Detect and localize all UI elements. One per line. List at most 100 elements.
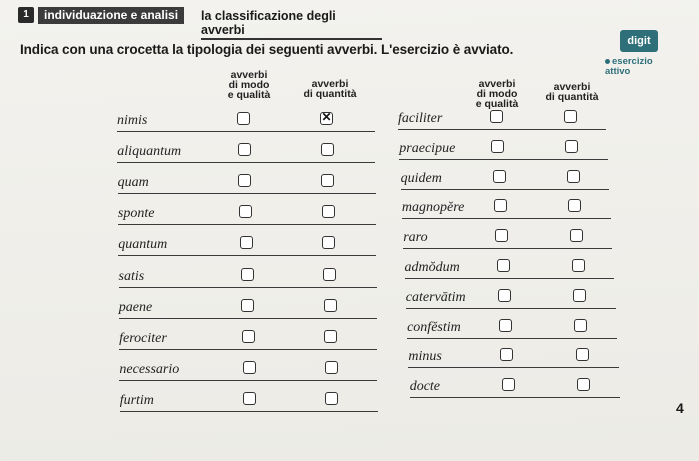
esercizio-attivo-text: esercizio attivo — [605, 56, 653, 77]
left-col-head-modo: avverbi di modo e qualità — [218, 70, 280, 101]
right-row: magnopĕre — [401, 197, 611, 220]
adverb-word: quam — [117, 175, 149, 191]
answer-line — [400, 188, 610, 190]
checkbox-modo[interactable] — [493, 199, 507, 213]
checkbox-quantita[interactable] — [565, 139, 579, 153]
answer-line — [118, 317, 377, 319]
checkbox-quantita[interactable] — [323, 298, 337, 312]
adverb-word: catervātim — [405, 289, 466, 305]
exercise-header: 1 individuazione e analisi la classifica… — [18, 6, 382, 40]
adverb-word: aliquantum — [117, 144, 182, 160]
checkbox-modo[interactable] — [499, 318, 513, 332]
checkbox-modo[interactable] — [241, 298, 255, 312]
checkbox-modo[interactable] — [238, 174, 252, 188]
col-head-line: e qualità — [227, 89, 271, 101]
left-row: aliquantum — [117, 141, 376, 164]
checkbox-quantita[interactable] — [322, 236, 336, 250]
answer-line — [117, 193, 376, 195]
adverb-word: praecipue — [399, 140, 456, 156]
checkbox-modo[interactable] — [501, 378, 515, 392]
checkbox-modo[interactable] — [237, 112, 250, 125]
page-number: 4 — [676, 400, 684, 416]
checkbox-modo[interactable] — [237, 143, 251, 157]
col-head-line: di quantità — [545, 91, 599, 103]
checkbox-quantita[interactable] — [321, 174, 335, 188]
checkbox-modo[interactable] — [490, 110, 503, 123]
right-row: admŏdum — [404, 257, 614, 279]
left-row: sponte — [117, 203, 376, 226]
answer-line — [407, 337, 618, 339]
right-row: docte — [409, 376, 621, 399]
left-row: paene — [118, 297, 377, 319]
answer-line — [398, 129, 606, 130]
checkbox-modo[interactable] — [495, 229, 509, 243]
left-row: furtim — [119, 390, 378, 412]
instruction-text: Indica con una crocetta la tipologia dei… — [20, 42, 514, 57]
adverb-word: confĕstim — [407, 319, 461, 335]
checkbox-modo[interactable] — [240, 267, 254, 281]
answer-line — [401, 218, 611, 220]
adverb-word: nimis — [117, 113, 148, 128]
checkbox-quantita[interactable] — [575, 348, 589, 362]
answer-line — [409, 397, 621, 399]
answer-line — [405, 307, 616, 309]
answer-line — [408, 367, 619, 369]
digit-badge[interactable]: digit — [620, 30, 658, 52]
answer-line — [117, 162, 376, 164]
checkbox-quantita[interactable] — [320, 143, 334, 157]
adverb-word: quantum — [118, 237, 168, 253]
answer-line — [119, 379, 378, 381]
checkbox-modo[interactable] — [497, 288, 511, 302]
right-row: catervātim — [405, 287, 616, 309]
answer-line — [118, 286, 377, 288]
checkbox-quantita[interactable] — [320, 110, 333, 125]
checkbox-quantita[interactable] — [324, 360, 338, 374]
esercizio-attivo-label[interactable]: esercizio attivo — [605, 57, 675, 77]
exercise-number: 1 — [18, 7, 34, 23]
right-row: confĕstim — [407, 317, 618, 339]
adverb-word: minus — [408, 349, 442, 365]
checkbox-modo[interactable] — [492, 169, 506, 183]
checkbox-quantita[interactable] — [571, 259, 585, 272]
checkbox-quantita[interactable] — [564, 110, 577, 123]
exercise-title: la classificazione degli avverbi — [201, 9, 382, 40]
adverb-word: furtim — [119, 392, 154, 408]
checkbox-quantita[interactable] — [568, 199, 582, 213]
checkbox-quantita[interactable] — [577, 378, 591, 392]
left-col-head-quantita: avverbi di quantità — [298, 79, 362, 100]
left-row: nimis — [117, 110, 375, 132]
checkbox-quantita[interactable] — [569, 229, 583, 243]
left-row: ferociter — [119, 328, 378, 350]
checkbox-quantita[interactable] — [324, 329, 338, 343]
checkbox-modo[interactable] — [241, 329, 255, 343]
right-row: raro — [403, 227, 613, 250]
checkbox-quantita[interactable] — [574, 318, 588, 332]
adverb-word: satis — [118, 268, 145, 284]
adverb-word: admŏdum — [404, 260, 460, 275]
checkbox-modo[interactable] — [496, 259, 510, 272]
right-col-head-modo: avverbi di modo e qualità — [466, 79, 528, 110]
checkbox-modo[interactable] — [491, 139, 505, 153]
checkbox-modo[interactable] — [242, 360, 256, 374]
adverb-word: quidem — [400, 170, 442, 186]
answer-line — [119, 348, 378, 350]
checkbox-modo[interactable] — [243, 391, 257, 405]
checkbox-quantita[interactable] — [323, 267, 336, 281]
answer-line — [117, 224, 376, 226]
adverb-word: necessario — [119, 361, 180, 377]
checkbox-quantita[interactable] — [566, 169, 580, 183]
answer-line — [403, 248, 613, 250]
checkbox-modo[interactable] — [239, 205, 253, 219]
right-row: faciliter — [398, 108, 606, 130]
left-row: necessario — [119, 359, 378, 381]
checkbox-modo[interactable] — [239, 236, 253, 250]
left-row: satis — [118, 266, 377, 288]
checkbox-quantita[interactable] — [325, 391, 339, 405]
active-dot-icon — [605, 58, 610, 64]
left-row: quam — [117, 172, 376, 195]
col-head-line: di quantità — [303, 88, 357, 100]
right-row: praecipue — [399, 138, 608, 160]
checkbox-quantita[interactable] — [572, 288, 586, 302]
checkbox-quantita[interactable] — [321, 205, 335, 219]
checkbox-modo[interactable] — [500, 348, 514, 362]
